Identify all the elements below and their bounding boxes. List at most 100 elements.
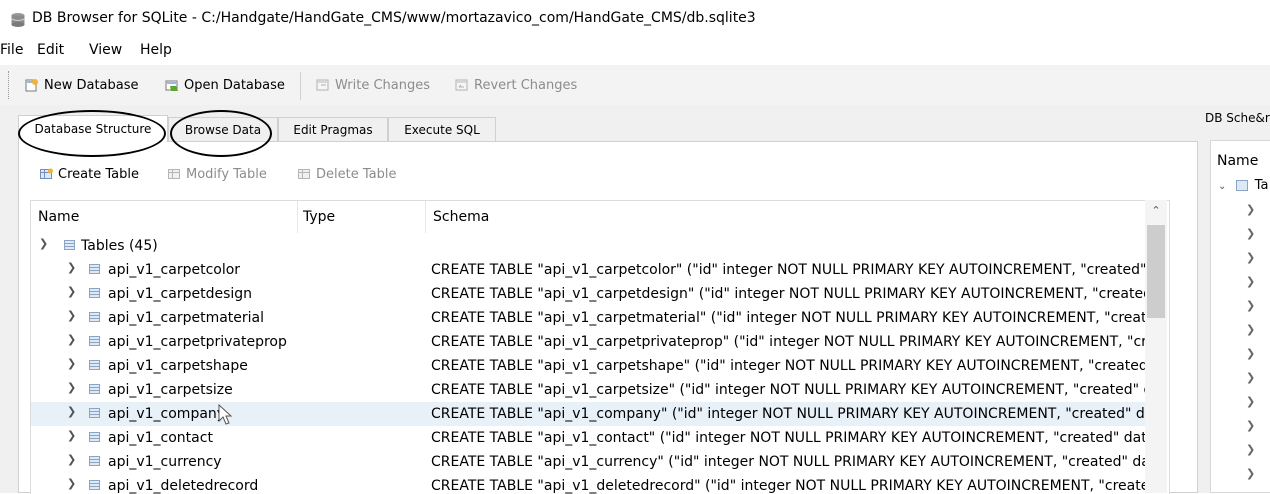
table-schema: CREATE TABLE "api_v1_carpetcolor" ("id" … — [431, 262, 1146, 278]
app-database-icon — [11, 13, 25, 27]
table-row[interactable]: ❯ api_v1_carpetdesign CREATE TABLE "api_v1… — [31, 282, 1146, 306]
dock-title[interactable]: DB Sche&r — [1205, 111, 1270, 125]
schema-tree[interactable]: Name Type Schema ❯ Tables (45) ❯ api_v1_c… — [30, 200, 1170, 494]
table-name: api_v1_currency — [108, 454, 222, 470]
table-row[interactable]: ❯ api_v1_carpetsize CREATE TABLE "api_v1_c… — [31, 378, 1146, 402]
chevron-right-icon[interactable]: ❯ — [1246, 419, 1255, 432]
dock-table-row[interactable]: ❯ — [1246, 371, 1270, 393]
tab-execute-sql[interactable]: Execute SQL — [388, 117, 496, 141]
chevron-right-icon[interactable]: ❯ — [1246, 203, 1255, 216]
dock-table-row[interactable]: ❯ — [1246, 347, 1270, 369]
dock-tables-label: Ta — [1254, 178, 1269, 193]
table-row[interactable]: ❯ api_v1_carpetshape CREATE TABLE "api_v1_… — [31, 354, 1146, 378]
new-database-button[interactable]: New Database — [25, 75, 139, 95]
chevron-right-icon[interactable]: ❯ — [1246, 299, 1255, 312]
dock-table-row[interactable]: ❯ — [1246, 467, 1270, 489]
new-database-icon — [25, 79, 38, 92]
chevron-right-icon[interactable]: ❯ — [67, 429, 76, 442]
dock-tables-row[interactable]: ⌄ Ta — [1218, 178, 1270, 200]
table-schema: CREATE TABLE "api_v1_carpetshape" ("id" … — [431, 358, 1146, 374]
chevron-right-icon[interactable]: ❯ — [1246, 227, 1255, 240]
chevron-right-icon[interactable]: ❯ — [67, 381, 76, 394]
menu-help[interactable]: Help — [140, 42, 172, 58]
menu-file[interactable]: File — [0, 42, 23, 58]
chevron-right-icon[interactable]: ❯ — [67, 405, 76, 418]
table-icon — [89, 384, 100, 394]
column-header-name[interactable]: Name — [38, 209, 79, 225]
tables-folder-icon — [64, 240, 75, 250]
table-icon — [89, 336, 100, 346]
tables-group-row[interactable]: ❯ Tables (45) — [31, 234, 1146, 258]
column-header-type[interactable]: Type — [303, 209, 335, 225]
table-schema: CREATE TABLE "api_v1_currency" ("id" int… — [431, 454, 1146, 470]
table-row[interactable]: ❯ api_v1_carpetcolor CREATE TABLE "api_v1_… — [31, 258, 1146, 282]
dock-name-header[interactable]: Name — [1217, 153, 1258, 169]
dock-table-row[interactable]: ❯ — [1246, 323, 1270, 345]
menu-edit[interactable]: Edit — [37, 42, 64, 58]
table-schema: CREATE TABLE "api_v1_carpetmaterial" ("i… — [431, 310, 1146, 326]
table-icon — [89, 288, 100, 298]
table-schema: CREATE TABLE "api_v1_deletedrecord" ("id… — [431, 478, 1146, 494]
menu-bar: File Edit View Help — [0, 38, 1270, 62]
tab-edit-pragmas[interactable]: Edit Pragmas — [278, 117, 388, 141]
table-name: api_v1_carpetdesign — [108, 286, 253, 302]
dock-table-row[interactable]: ❯ — [1246, 419, 1270, 441]
chevron-right-icon[interactable]: ❯ — [1246, 443, 1255, 456]
tab-browse-data[interactable]: Browse Data — [168, 117, 278, 141]
column-divider[interactable] — [297, 201, 298, 233]
delete-table-button[interactable]: Delete Table — [298, 165, 396, 183]
tables-group-label: Tables (45) — [81, 238, 158, 254]
chevron-right-icon[interactable]: ❯ — [1246, 323, 1255, 336]
table-row[interactable]: ❯ api_v1_company CREATE TABLE "api_v1_comp… — [31, 402, 1146, 426]
table-row[interactable]: ❯ api_v1_contact CREATE TABLE "api_v1_cont… — [31, 426, 1146, 450]
toolbar-grip[interactable] — [8, 71, 12, 99]
column-divider[interactable] — [425, 201, 426, 233]
table-icon — [89, 360, 100, 370]
dock-table-row[interactable]: ❯ — [1246, 251, 1270, 273]
chevron-right-icon[interactable]: ❯ — [67, 453, 76, 466]
chevron-right-icon[interactable]: ❯ — [67, 261, 76, 274]
dock-table-row[interactable]: ❯ — [1246, 203, 1270, 225]
chevron-right-icon[interactable]: ❯ — [1246, 251, 1255, 264]
table-name: api_v1_carpetmaterial — [108, 310, 265, 326]
chevron-right-icon[interactable]: ❯ — [67, 309, 76, 322]
table-name: api_v1_carpetsize — [108, 382, 233, 398]
dock-table-row[interactable]: ❯ — [1246, 227, 1270, 249]
column-header-schema[interactable]: Schema — [433, 209, 489, 225]
write-changes-button[interactable]: Write Changes — [316, 75, 430, 95]
scroll-up-arrow-icon[interactable]: ⌃ — [1145, 200, 1167, 220]
dock-table-row[interactable]: ❯ — [1246, 299, 1270, 321]
chevron-right-icon[interactable]: ❯ — [67, 477, 76, 490]
chevron-right-icon[interactable]: ❯ — [67, 285, 76, 298]
revert-changes-button[interactable]: Revert Changes — [455, 75, 577, 95]
table-row[interactable]: ❯ api_v1_carpetmaterial CREATE TABLE "api_… — [31, 306, 1146, 330]
chevron-right-icon[interactable]: ❯ — [1246, 275, 1255, 288]
open-database-icon — [165, 80, 178, 91]
table-row[interactable]: ❯ api_v1_carpetprivateprop CREATE TABLE "a… — [31, 330, 1146, 354]
modify-table-icon — [168, 169, 180, 179]
menu-view[interactable]: View — [89, 42, 122, 58]
chevron-right-icon[interactable]: ❯ — [1246, 467, 1255, 480]
new-database-label: New Database — [44, 77, 139, 93]
table-row[interactable]: ❯ api_v1_deletedrecord CREATE TABLE "api_v… — [31, 474, 1146, 494]
revert-changes-icon — [455, 79, 468, 91]
table-row[interactable]: ❯ api_v1_currency CREATE TABLE "api_v1_cur… — [31, 450, 1146, 474]
chevron-right-icon[interactable]: ❯ — [67, 357, 76, 370]
chevron-down-icon[interactable]: ⌄ — [1218, 181, 1226, 192]
create-table-button[interactable]: Create Table — [40, 165, 139, 183]
revert-changes-label: Revert Changes — [474, 77, 578, 93]
dock-table-row[interactable]: ❯ — [1246, 395, 1270, 417]
dock-table-row[interactable]: ❯ — [1246, 275, 1270, 297]
table-icon — [89, 432, 100, 442]
write-changes-label: Write Changes — [335, 77, 430, 93]
tab-database-structure[interactable]: Database Structure — [18, 115, 168, 142]
chevron-right-icon[interactable]: ❯ — [1246, 347, 1255, 360]
chevron-right-icon[interactable]: ❯ — [1246, 395, 1255, 408]
chevron-right-icon[interactable]: ❯ — [1246, 371, 1255, 384]
chevron-right-icon[interactable]: ❯ — [67, 333, 76, 346]
modify-table-button[interactable]: Modify Table — [168, 165, 267, 183]
chevron-down-icon[interactable]: ❯ — [39, 237, 48, 250]
open-database-button[interactable]: Open Database — [165, 75, 285, 95]
scrollbar-thumb[interactable] — [1147, 225, 1165, 318]
dock-table-row[interactable]: ❯ — [1246, 443, 1270, 465]
